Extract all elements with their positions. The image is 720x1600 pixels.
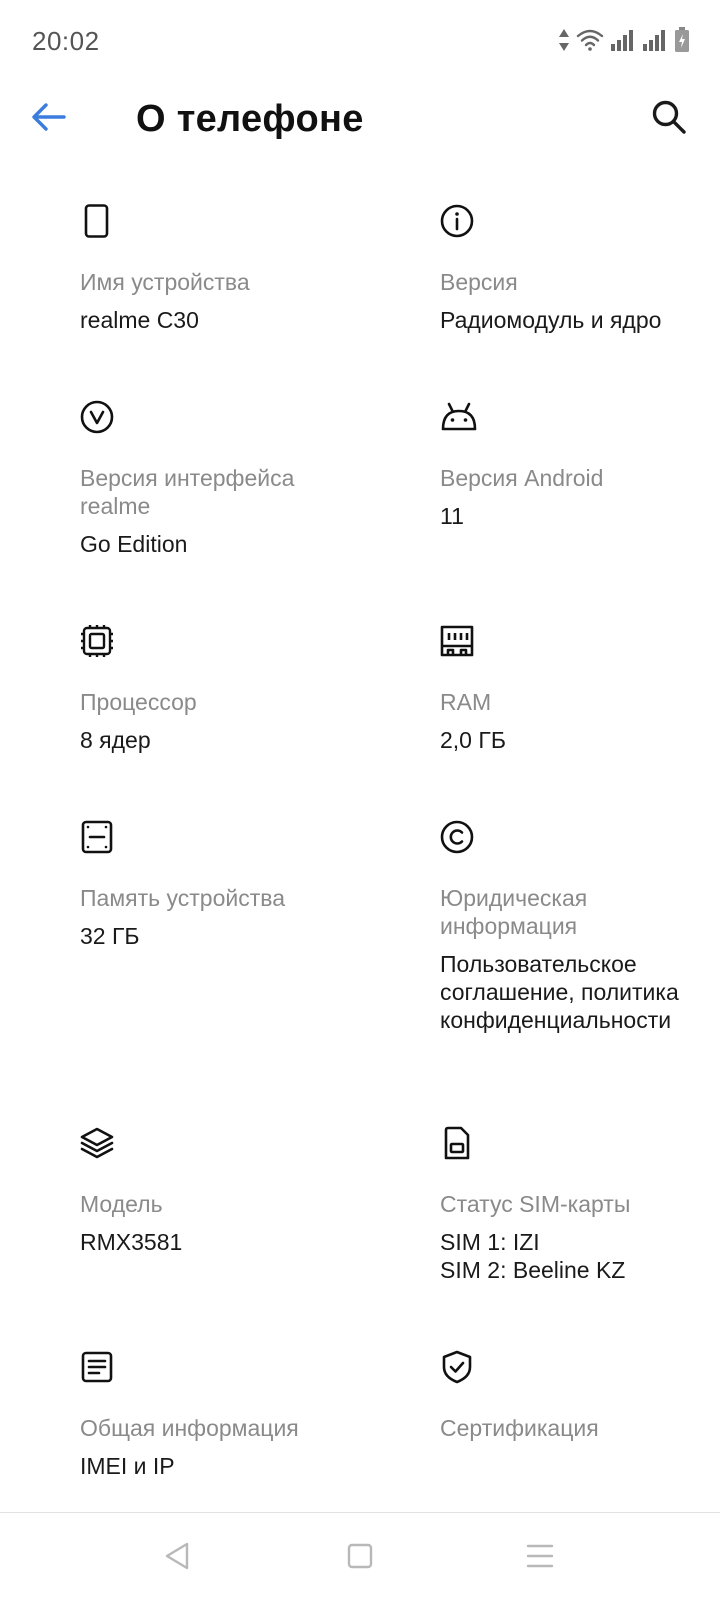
search-button[interactable] (644, 94, 694, 144)
info-icon (440, 204, 474, 238)
layers-icon (80, 1126, 114, 1160)
item-label: Модель (80, 1191, 163, 1217)
item-value: RMX3581 (80, 1229, 183, 1255)
signal-icon (610, 28, 636, 52)
item-value: 32 ГБ (80, 923, 140, 949)
device-name-item[interactable]: Имя устройства realme C30 (80, 204, 360, 334)
copyright-icon (440, 820, 474, 854)
status-bar: 20:02 (0, 0, 720, 80)
document-icon (80, 1350, 114, 1384)
item-label: Версия Android (440, 465, 604, 491)
item-label: Версия (440, 269, 518, 295)
info-grid: Имя устройства realme C30 Версия Радиомо… (0, 160, 720, 1512)
page-title: О телефоне (136, 98, 364, 140)
menu-recents-icon (526, 1543, 554, 1574)
wifi-icon (576, 28, 604, 52)
back-button[interactable] (24, 94, 74, 144)
android-icon (440, 400, 477, 434)
item-value: SIM 1: IZI SIM 2: Beeline KZ (440, 1229, 626, 1283)
shield-check-icon (440, 1350, 474, 1384)
processor-item[interactable]: Процессор 8 ядер (80, 624, 360, 754)
item-value: Радиомодуль и ядро (440, 307, 662, 333)
certification-item[interactable]: Сертификация (440, 1350, 710, 1452)
item-label: Имя устройства (80, 269, 250, 295)
phone-icon (80, 204, 114, 238)
signal-icon (642, 28, 668, 52)
item-value: Пользовательское соглашение, политика ко… (440, 951, 679, 1033)
nav-recents-button[interactable] (515, 1533, 565, 1583)
version-item[interactable]: Версия Радиомодуль и ядро (440, 204, 710, 334)
app-bar: О телефоне (0, 80, 720, 160)
status-icons (558, 24, 690, 56)
processor-icon (80, 624, 114, 658)
item-value: realme C30 (80, 307, 199, 333)
battery-icon (674, 27, 690, 53)
legal-info-item[interactable]: Юридическая информация Пользовательское … (440, 820, 710, 1034)
sim-status-item[interactable]: Статус SIM-карты SIM 1: IZI SIM 2: Beeli… (440, 1126, 710, 1284)
item-value: Go Edition (80, 531, 188, 557)
item-label: Юридическая информация (440, 885, 588, 939)
ram-icon (440, 624, 474, 658)
item-label: RAM (440, 689, 492, 715)
ui-version-item[interactable]: Версия интерфейса realme Go Edition (80, 400, 360, 558)
nav-home-button[interactable] (335, 1533, 385, 1583)
item-label: Процессор (80, 689, 197, 715)
sim-card-icon (440, 1126, 474, 1160)
triangle-back-icon (163, 1541, 191, 1576)
item-value: 8 ядер (80, 727, 151, 753)
search-icon (651, 99, 687, 140)
item-label: Статус SIM-карты (440, 1191, 631, 1217)
item-label: Общая информация (80, 1415, 299, 1441)
storage-item[interactable]: Память устройства 32 ГБ (80, 820, 360, 950)
storage-icon (80, 820, 114, 854)
navigation-bar (0, 1512, 720, 1600)
version-icon (80, 400, 114, 434)
nav-back-button[interactable] (152, 1533, 202, 1583)
ram-item[interactable]: RAM 2,0 ГБ (440, 624, 710, 754)
item-value: 11 (440, 503, 464, 529)
item-value: 2,0 ГБ (440, 727, 506, 753)
data-arrows-icon (558, 28, 570, 52)
item-value: IMEI и IP (80, 1453, 175, 1479)
model-item[interactable]: Модель RMX3581 (80, 1126, 360, 1256)
arrow-left-icon (31, 102, 67, 137)
android-version-item[interactable]: Версия Android 11 (440, 400, 710, 530)
general-info-item[interactable]: Общая информация IMEI и IP (80, 1350, 360, 1480)
item-label: Сертификация (440, 1415, 599, 1441)
item-label: Память устройства (80, 885, 285, 911)
status-time: 20:02 (32, 26, 100, 56)
square-home-icon (347, 1543, 373, 1574)
item-label: Версия интерфейса realme (80, 465, 295, 519)
